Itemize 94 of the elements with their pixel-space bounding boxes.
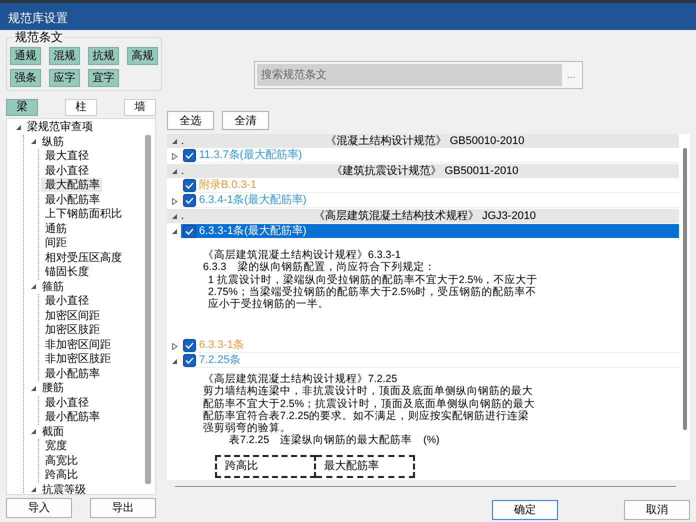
- clause-text-line: 6.3.3 梁的纵向钢筋配置，尚应符合下列规定：: [203, 261, 436, 274]
- expanded-arrow-icon[interactable]: [30, 138, 36, 146]
- expanded-arrow-icon[interactable]: [30, 486, 36, 494]
- action-button[interactable]: 全清: [222, 111, 269, 130]
- tree-item[interactable]: 最小配筋率: [41, 410, 102, 424]
- clause-text-line: 应小于受拉钢筋的一半。: [207, 298, 330, 310]
- clause-title: 6.3.3-1条(最大配筋率): [199, 224, 307, 239]
- group-title: 《混凝土结构设计规范》 GB50010-2010: [324, 134, 526, 149]
- table-header-cell: 最大配筋率: [315, 456, 414, 477]
- tree-item[interactable]: 梁规范审查项: [25, 120, 95, 134]
- search-field[interactable]: 搜索规范条文 ...: [254, 61, 583, 89]
- filter-toggle-button[interactable]: 通规: [10, 47, 41, 65]
- checkbox[interactable]: [183, 354, 196, 367]
- expanded-arrow-icon[interactable]: [170, 358, 178, 364]
- group-marker: .: [181, 164, 186, 179]
- window-title: 规范库设置: [0, 0, 696, 30]
- clause-title: 6.3.4-1条(最大配筋率): [199, 192, 307, 208]
- clause-text-line: 《高层建筑混凝土结构设计规程》6.3.3-1: [203, 249, 402, 261]
- tree-item[interactable]: 最小配筋率: [41, 366, 102, 381]
- group-title: 《建筑抗震设计规范》 GB50011-2010: [330, 164, 520, 179]
- expanded-arrow-icon[interactable]: [30, 384, 36, 392]
- group-title: 《高层建筑混凝土结构技术规程》 JGJ3-2010: [313, 208, 537, 224]
- tree-item[interactable]: 高宽比: [41, 454, 80, 468]
- tree-item[interactable]: 加密区肢距: [41, 323, 102, 338]
- member-tab[interactable]: 柱: [65, 99, 97, 116]
- scrollbar[interactable]: [145, 135, 151, 484]
- clause-text-line: 配筋率不宜大于2.5%；抗震设计时，顶面及底面单侧纵向钢筋的最大: [203, 398, 536, 410]
- collapsed-arrow-icon[interactable]: [170, 198, 178, 204]
- checkbox[interactable]: [183, 339, 196, 352]
- tree-item[interactable]: 最小直径: [41, 396, 91, 410]
- tree-item[interactable]: 抗震等级: [40, 482, 88, 494]
- tree-item[interactable]: 相对受压区高度: [41, 250, 124, 265]
- group-marker: .: [181, 208, 186, 224]
- tree-item[interactable]: 非加密区间距: [41, 338, 113, 352]
- expanded-arrow-icon[interactable]: [30, 428, 36, 436]
- clause-title: 6.3.3-1条: [199, 338, 244, 354]
- expanded-arrow-icon[interactable]: [14, 124, 22, 131]
- clause-text-line: 1 抗震设计时，梁端纵向受拉钢筋的配筋率不宜大于2.5%，不应大于: [207, 274, 539, 286]
- cancel-button[interactable]: 取消: [624, 500, 690, 520]
- group-marker: .: [181, 134, 186, 149]
- tree-item[interactable]: 纵筋: [40, 134, 66, 149]
- member-tab[interactable]: 梁: [6, 99, 38, 116]
- scrollbar[interactable]: [683, 148, 687, 430]
- clause-text-line: 剪力墙结构连梁中，非抗震设计时，顶面及底面单侧纵向钢筋的最大: [203, 385, 534, 398]
- collapsed-arrow-icon[interactable]: [170, 342, 178, 350]
- table-header-cell: 跨高比: [216, 456, 315, 477]
- action-button[interactable]: 导出: [90, 498, 156, 518]
- clause-row[interactable]: 6.3.3-1条(最大配筋率): [181, 224, 679, 238]
- clause-title: 附录B.0.3-1: [199, 178, 256, 194]
- tree-item[interactable]: 非加密区肢距: [41, 352, 113, 366]
- action-button[interactable]: 全选: [167, 111, 214, 130]
- collapsed-arrow-icon[interactable]: [170, 152, 178, 160]
- tree-item[interactable]: 锚固长度: [41, 265, 91, 280]
- checkbox[interactable]: [183, 149, 196, 162]
- tree-item[interactable]: 最大直径: [41, 149, 91, 164]
- clause-text-line: 配筋率宜符合表7.2.25的要求。如不满足，则应按实配钢筋进行连梁: [203, 410, 530, 422]
- ok-button[interactable]: 确定: [492, 500, 558, 520]
- filter-toggle-button[interactable]: 强条: [10, 69, 41, 87]
- clause-text-line: 强剪弱弯的验算。: [203, 422, 292, 434]
- tree-item[interactable]: 最小直径: [41, 164, 91, 178]
- checkbox[interactable]: [183, 179, 196, 192]
- filter-toggle-button[interactable]: 高规: [127, 47, 158, 65]
- expanded-arrow-icon[interactable]: [170, 168, 178, 174]
- checkbox[interactable]: [183, 194, 196, 207]
- more-button[interactable]: ...: [562, 64, 580, 86]
- tree-item[interactable]: 上下钢筋面积比: [41, 207, 124, 222]
- table-caption: 表7.2.25 连梁纵向钢筋的最大配筋率 (%): [228, 434, 441, 447]
- tree-item[interactable]: 宽度: [41, 439, 69, 454]
- tree-item[interactable]: 腰筋: [40, 381, 66, 396]
- checkbox[interactable]: [183, 224, 196, 238]
- filter-toggle-button[interactable]: 抗规: [88, 47, 119, 65]
- tree-item[interactable]: 间距: [41, 236, 69, 250]
- expanded-arrow-icon[interactable]: [170, 138, 178, 144]
- tree-item[interactable]: 加密区间距: [41, 308, 102, 323]
- filter-toggle-button[interactable]: 应字: [49, 69, 80, 87]
- clause-text-line: 《高层建筑混凝土结构设计规程》7.2.25: [203, 373, 398, 385]
- member-tab[interactable]: 墙: [124, 99, 156, 116]
- clause-title: 7.2.25条: [199, 353, 241, 368]
- tree-item[interactable]: 截面: [40, 424, 66, 439]
- tree-item[interactable]: 跨高比: [41, 468, 80, 482]
- tree-item[interactable]: 最小配筋率: [41, 192, 102, 207]
- expanded-arrow-icon[interactable]: [170, 228, 178, 234]
- clause-text-line: 2.75%；当梁端受拉钢筋的配筋率大于2.5%时，受压钢筋的配筋率不: [207, 286, 538, 298]
- clause-title: 11.3.7条(最大配筋率): [199, 148, 302, 164]
- filter-toggle-button[interactable]: 宜字: [88, 69, 119, 87]
- filter-toggle-button[interactable]: 混规: [49, 47, 80, 65]
- tree-item[interactable]: 最大配筋率: [41, 178, 102, 192]
- tree-item[interactable]: 最小直径: [41, 294, 91, 308]
- group-legend: 规范条文: [13, 30, 65, 44]
- expanded-arrow-icon[interactable]: [170, 212, 178, 220]
- action-button[interactable]: 导入: [6, 498, 72, 518]
- tree-item[interactable]: 箍筋: [40, 280, 66, 294]
- tree-item[interactable]: 通筋: [41, 222, 69, 236]
- expanded-arrow-icon[interactable]: [30, 283, 36, 290]
